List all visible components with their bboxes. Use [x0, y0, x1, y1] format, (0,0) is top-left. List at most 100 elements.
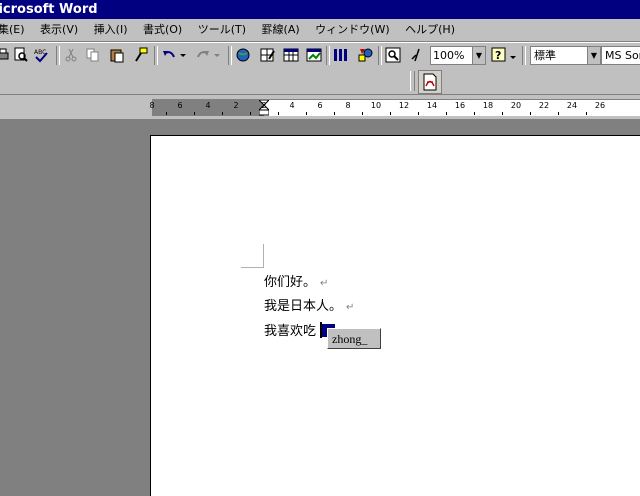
- ruler-label: 12: [398, 101, 410, 110]
- copy-icon[interactable]: [84, 46, 102, 64]
- insert-table-icon[interactable]: [282, 46, 300, 64]
- ruler-tick: [390, 112, 391, 115]
- show-hide-icon[interactable]: [408, 46, 426, 64]
- ruler-label: 2: [233, 101, 239, 110]
- undo-dropdown-icon[interactable]: [178, 46, 188, 64]
- redo-dropdown-icon[interactable]: [212, 46, 222, 64]
- document-line[interactable]: 我喜欢吃: [264, 320, 316, 339]
- style-dropdown-icon[interactable]: ▼: [587, 47, 600, 64]
- paragraph-mark-icon: ↵: [346, 302, 355, 313]
- ruler-label: 8: [345, 101, 351, 110]
- ruler-strip: 8 6 4 2 2 4 6 8 10 12 14 16 18 20 22 24 26: [0, 95, 640, 119]
- secondary-toolbar: [0, 68, 640, 95]
- line-text: 我喜欢吃: [264, 324, 317, 339]
- ruler-label: 26: [594, 101, 606, 110]
- ruler-tick: [222, 112, 223, 115]
- menu-insert[interactable]: 挿入(I): [88, 19, 134, 41]
- spell-check-icon[interactable]: ABC: [32, 46, 50, 64]
- menu-bar: 集(E) 表示(V) 挿入(I) 書式(O) ツール(T) 罫線(A) ウィンド…: [0, 19, 640, 42]
- ruler-label: 16: [454, 101, 466, 110]
- ruler-label: 24: [566, 101, 578, 110]
- ruler-tick: [362, 112, 363, 115]
- toolbar-separator: [228, 46, 232, 65]
- ruler-tick: [278, 112, 279, 115]
- ruler-tick: [194, 112, 195, 115]
- ruler-tick: [418, 112, 419, 115]
- menu-table[interactable]: 罫線(A): [256, 19, 306, 41]
- ruler-tick: [306, 112, 307, 115]
- zoom-value: 100%: [433, 49, 465, 62]
- paragraph-mark-icon: ↵: [320, 278, 329, 289]
- ruler-tick: [250, 112, 251, 115]
- ruler-label: 8: [149, 101, 155, 110]
- line-text: 我是日本人。: [264, 299, 343, 314]
- ime-composition-window[interactable]: zhong_: [327, 328, 381, 349]
- font-select[interactable]: MS Sor: [601, 46, 640, 65]
- ruler-label: 6: [177, 101, 183, 110]
- pdf-convert-icon[interactable]: [418, 70, 442, 94]
- zoom-select[interactable]: 100% ▼: [430, 46, 486, 65]
- menu-view[interactable]: 表示(V): [34, 19, 84, 41]
- style-select[interactable]: 標準 ▼: [530, 46, 601, 65]
- ruler-tick: [474, 112, 475, 115]
- ruler-label: 18: [482, 101, 494, 110]
- cut-icon[interactable]: [62, 46, 80, 64]
- ruler-label: 4: [205, 101, 211, 110]
- svg-text:?: ?: [495, 49, 501, 62]
- ime-composition-text: zhong_: [332, 332, 368, 346]
- toolbar-separator: [326, 46, 330, 65]
- toolbar-grip[interactable]: [410, 71, 415, 91]
- standard-toolbar: ABC 100% ▼ ? 標準 ▼ MS Sor: [0, 42, 640, 69]
- ruler-tick: [586, 112, 587, 115]
- toolbar-separator: [378, 46, 382, 65]
- web-hyperlink-icon[interactable]: [234, 46, 252, 64]
- ruler-tick: [334, 112, 335, 115]
- menu-tools[interactable]: ツール(T): [192, 19, 252, 41]
- document-workspace: 你们好。 ↵ 我是日本人。 ↵ 我喜欢吃 zhong_: [0, 120, 640, 496]
- ruler-tick: [502, 112, 503, 115]
- ruler-label: 2: [261, 101, 267, 110]
- horizontal-ruler[interactable]: 8 6 4 2 2 4 6 8 10 12 14 16 18 20 22 24 26: [149, 99, 640, 116]
- paste-icon[interactable]: [108, 46, 126, 64]
- toolbar-separator: [154, 46, 158, 65]
- ruler-label: 4: [289, 101, 295, 110]
- drawing-icon[interactable]: [356, 46, 374, 64]
- ruler-tick: [530, 112, 531, 115]
- redo-icon[interactable]: [194, 46, 212, 64]
- tables-borders-icon[interactable]: [258, 46, 276, 64]
- print-preview-icon[interactable]: [12, 46, 30, 64]
- margin-corner-mark: [263, 244, 264, 268]
- document-line[interactable]: 你们好。 ↵: [264, 271, 328, 290]
- ruler-label: 22: [538, 101, 550, 110]
- toolbar-separator: [522, 46, 526, 65]
- ruler-tick: [558, 112, 559, 115]
- help-dropdown-icon[interactable]: [508, 46, 518, 64]
- undo-icon[interactable]: [160, 46, 178, 64]
- toolbar-separator: [56, 46, 60, 65]
- ruler-label: 14: [426, 101, 438, 110]
- document-page[interactable]: 你们好。 ↵ 我是日本人。 ↵ 我喜欢吃 zhong_: [150, 135, 640, 496]
- line-text: 你们好。: [264, 275, 317, 290]
- format-painter-icon[interactable]: [132, 46, 150, 64]
- zoom-dropdown-icon[interactable]: ▼: [472, 47, 485, 64]
- ruler-label: 6: [317, 101, 323, 110]
- menu-help[interactable]: ヘルプ(H): [399, 19, 461, 41]
- columns-icon[interactable]: [332, 46, 350, 64]
- menu-window[interactable]: ウィンドウ(W): [309, 19, 395, 41]
- help-icon[interactable]: ?: [490, 46, 508, 64]
- font-value: MS Sor: [605, 49, 640, 62]
- menu-edit[interactable]: 集(E): [0, 19, 31, 41]
- document-line[interactable]: 我是日本人。 ↵: [264, 295, 354, 314]
- menu-format[interactable]: 書式(O): [137, 19, 188, 41]
- print-icon[interactable]: [0, 46, 12, 64]
- document-map-icon[interactable]: [384, 46, 402, 64]
- ruler-label: 10: [370, 101, 382, 110]
- ruler-tick: [446, 112, 447, 115]
- window-title: licrosoft Word: [0, 2, 98, 17]
- insert-excel-icon[interactable]: [305, 46, 323, 64]
- style-value: 標準: [534, 49, 556, 62]
- title-bar: licrosoft Word: [0, 0, 640, 19]
- ruler-tick: [166, 112, 167, 115]
- ruler-label: 20: [510, 101, 522, 110]
- margin-corner-mark: [241, 267, 263, 268]
